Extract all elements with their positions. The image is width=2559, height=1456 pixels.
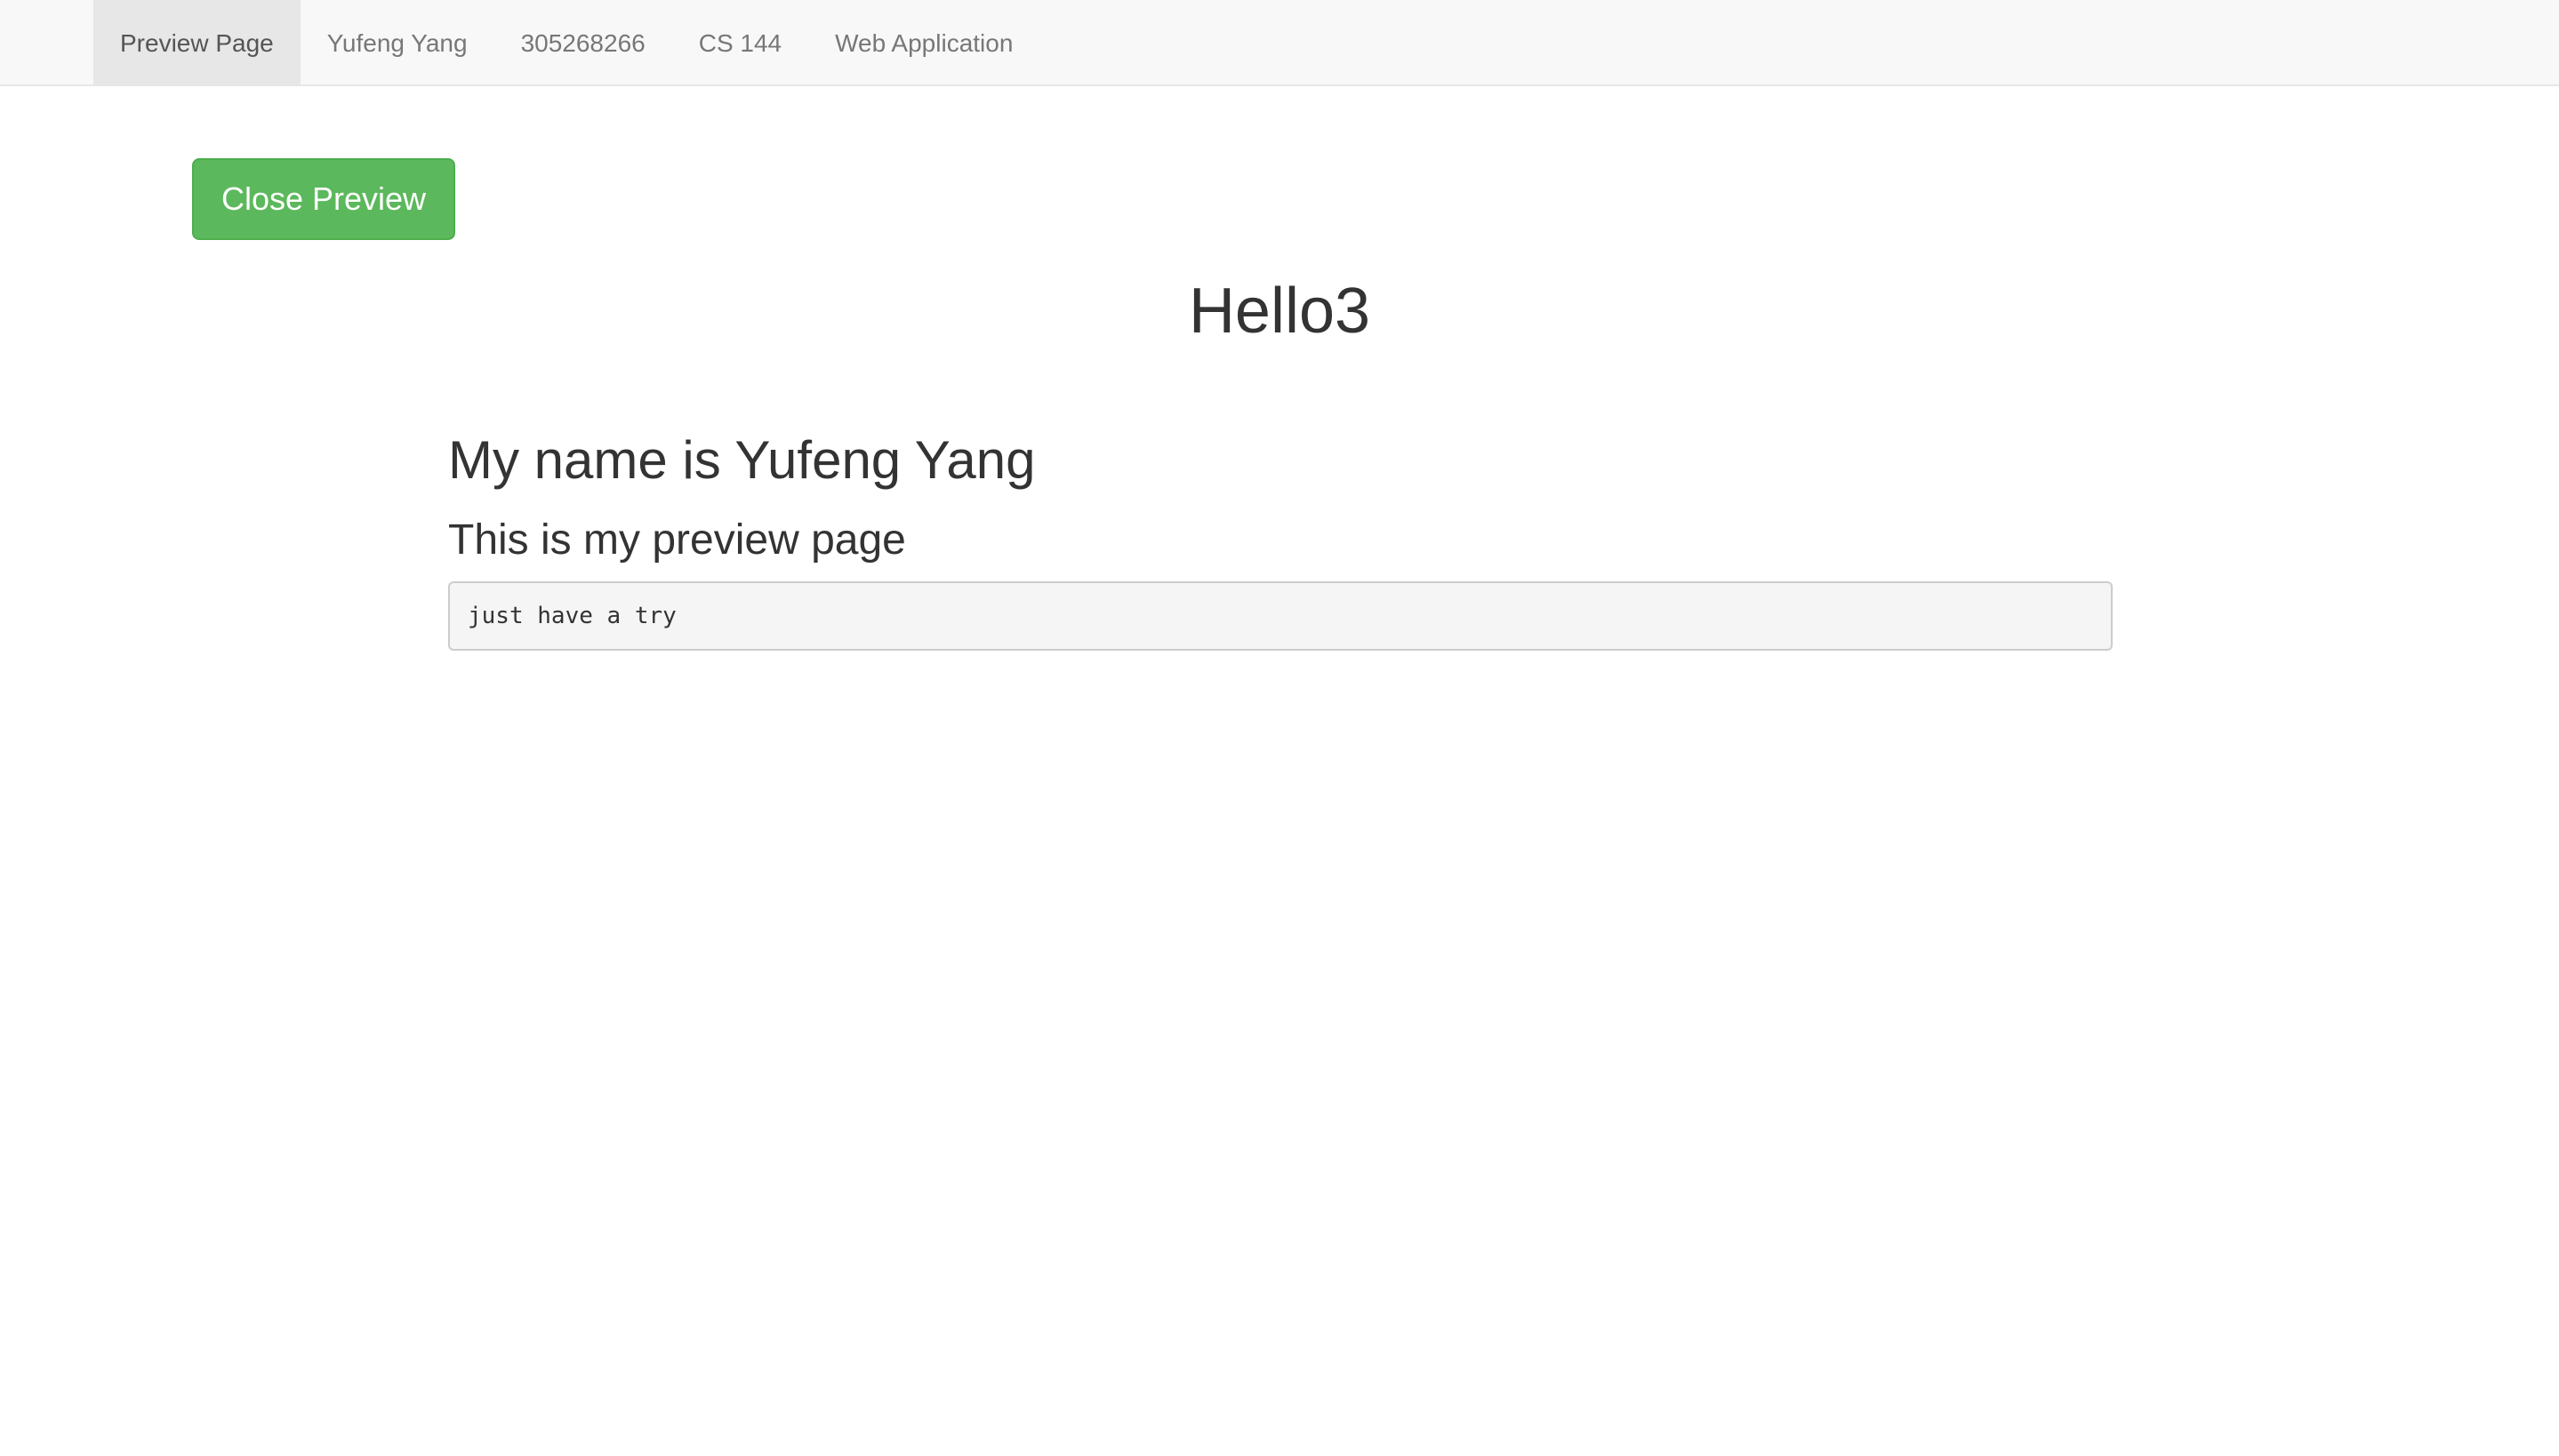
nav-item-preview-page[interactable]: Preview Page: [93, 0, 301, 86]
nav-item-web-application[interactable]: Web Application: [808, 0, 1039, 86]
code-block: just have a try: [448, 581, 2113, 651]
nav-item-name[interactable]: Yufeng Yang: [301, 0, 494, 86]
preview-content: My name is Yufeng Yang This is my previe…: [448, 425, 2113, 651]
close-preview-button[interactable]: Close Preview: [192, 158, 455, 240]
nav-list: Preview Page Yufeng Yang 305268266 CS 14…: [93, 0, 1039, 86]
top-navbar: Preview Page Yufeng Yang 305268266 CS 14…: [0, 0, 2559, 86]
preview-heading: My name is Yufeng Yang: [448, 430, 1036, 490]
nav-item-student-id[interactable]: 305268266: [494, 0, 672, 86]
page-title: Hello3: [1188, 276, 1371, 347]
nav-item-course[interactable]: CS 144: [672, 0, 808, 86]
preview-subheading: This is my preview page: [448, 516, 906, 564]
